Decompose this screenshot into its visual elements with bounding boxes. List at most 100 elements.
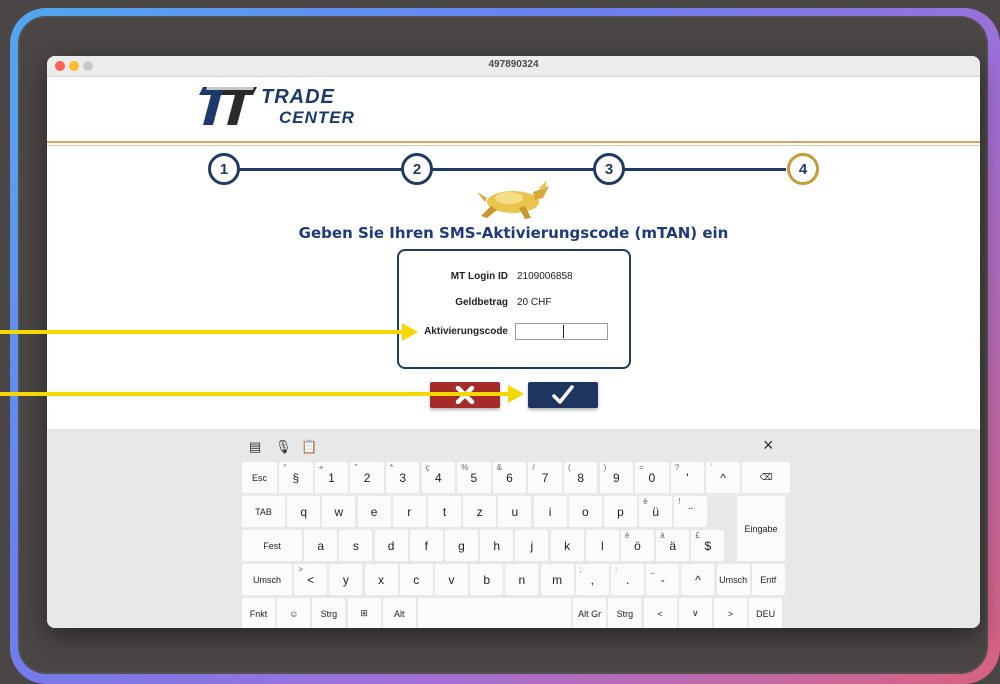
key-row1-13[interactable]: ` ^ (706, 462, 740, 493)
microphone-icon[interactable]: 🎙 (275, 439, 292, 455)
key-row3-10[interactable]: éö (621, 530, 654, 561)
keyboard-close-button[interactable]: × (763, 435, 774, 456)
logo-text-center: CENTER (279, 108, 355, 127)
key-row2-2[interactable]: w (322, 496, 356, 527)
key-row5-9[interactable]: ∨ (678, 598, 712, 628)
key-row1-14[interactable]: ⌫ (742, 462, 790, 493)
key-row3-6[interactable]: h (480, 530, 514, 561)
key-row2-10[interactable]: p (604, 496, 637, 527)
key-label: y (342, 572, 349, 587)
key-row4-12[interactable]: ^ (681, 564, 715, 595)
key-label: e (370, 504, 378, 519)
key-row2-7[interactable]: u (498, 496, 532, 527)
key-label: f (424, 538, 428, 553)
activation-form: MT Login ID 2109006858 Geldbetrag 20 CHF… (397, 249, 631, 369)
key-secondary-label: = (639, 463, 644, 472)
key-row1-7[interactable]: & 6 (492, 462, 527, 493)
key-row5-0[interactable]: Fnkt (242, 598, 275, 628)
key-label: v (448, 572, 455, 587)
key-row3-11[interactable]: àä (656, 530, 690, 561)
key-row1-3[interactable]: " 2 (350, 462, 384, 493)
title-bar[interactable]: 497890324 (47, 56, 980, 77)
key-row5-3[interactable]: ⊞ (347, 598, 381, 628)
key-label: i (548, 504, 552, 519)
key-label: 8 (577, 470, 585, 485)
key-row2-8[interactable]: i (533, 496, 567, 527)
key-row1-2[interactable]: +1 (314, 462, 349, 493)
key-row3-4[interactable]: f (409, 530, 443, 561)
key-row4-14[interactable]: Entf (751, 564, 785, 595)
amount-value: 20 CHF (517, 297, 552, 308)
key-row1-0[interactable]: Esc (242, 462, 277, 493)
key-row1-8[interactable]: /7 (528, 462, 562, 493)
key-row4-11[interactable]: _ - (646, 564, 680, 595)
enter-key[interactable]: Eingabe (737, 496, 785, 561)
key-row5-6[interactable]: Alt Gr (573, 598, 607, 628)
key-row4-0[interactable]: Umsch (242, 564, 292, 595)
keyboard-settings-icon[interactable]: ▤ (249, 439, 261, 455)
key-label: Fest (263, 540, 281, 551)
activation-code-input[interactable] (515, 323, 608, 340)
key-row3-3[interactable]: d (374, 530, 408, 561)
key-row1-4[interactable]: * 3 (386, 462, 420, 493)
key-row2-4[interactable]: r (392, 496, 426, 527)
key-row4-4[interactable]: c (399, 564, 433, 595)
key-row5-4[interactable]: Alt (382, 598, 416, 628)
key-row2-5[interactable]: t (428, 496, 461, 527)
key-row2-11[interactable]: èü (639, 496, 673, 527)
key-row2-1[interactable]: q (287, 496, 321, 527)
key-row3-9[interactable]: l (585, 530, 619, 561)
key-row2-0[interactable]: TAB (242, 496, 285, 527)
key-row4-10[interactable]: :. (611, 564, 644, 595)
key-label: Strg (616, 608, 634, 619)
key-row5-8[interactable]: < (643, 598, 677, 628)
key-label: Umsch (252, 574, 281, 585)
key-row3-7[interactable]: j (515, 530, 549, 561)
key-row3-1[interactable]: a (304, 530, 338, 561)
key-row1-6[interactable]: % 5 (457, 462, 491, 493)
key-row4-9[interactable]: ;, (575, 564, 609, 595)
key-row5-5[interactable] (418, 598, 571, 628)
key-row3-8[interactable]: k (550, 530, 584, 561)
key-row5-11[interactable]: DEU (749, 598, 783, 628)
key-row5-10[interactable]: > (714, 598, 747, 628)
key-row2-9[interactable]: o (568, 496, 602, 527)
key-row3-12[interactable]: £ $ (691, 530, 725, 561)
step-connector-2 (429, 168, 594, 171)
key-row5-7[interactable]: Strg (608, 598, 642, 628)
key-row4-2[interactable]: y (329, 564, 363, 595)
key-row1-10[interactable]: ) 9 (599, 462, 633, 493)
key-row1-5[interactable]: ç4 (421, 462, 455, 493)
key-row4-13[interactable]: Umsch (716, 564, 750, 595)
key-row1-1[interactable]: ° § (279, 462, 313, 493)
key-label: § (292, 470, 300, 485)
key-row2-3[interactable]: e (357, 496, 391, 527)
key-row4-5[interactable]: v (435, 564, 468, 595)
key-label: g (458, 538, 465, 553)
key-row4-1[interactable]: > < (294, 564, 328, 595)
key-row4-3[interactable]: x (364, 564, 398, 595)
key-secondary-label: ° (283, 463, 287, 472)
key-label: z (476, 504, 483, 519)
key-label: ä (669, 538, 677, 553)
key-row4-6[interactable]: b (470, 564, 504, 595)
key-label: > (727, 608, 734, 619)
key-label: ∨ (692, 608, 699, 618)
key-row1-9[interactable]: (8 (564, 462, 598, 493)
key-row5-1[interactable]: ☺ (277, 598, 311, 628)
key-row2-12[interactable]: ! ¨ (674, 496, 708, 527)
key-row2-6[interactable]: z (463, 496, 497, 527)
key-label: ⌫ (759, 472, 773, 482)
key-row4-8[interactable]: m (540, 564, 574, 595)
key-row3-0[interactable]: Fest (242, 530, 302, 561)
key-row3-5[interactable]: g (445, 530, 478, 561)
key-row5-2[interactable]: Strg (312, 598, 346, 628)
key-row4-7[interactable]: n (505, 564, 539, 595)
window-title: 497890324 (488, 59, 539, 70)
key-row1-12[interactable]: ? ' (670, 462, 705, 493)
key-row1-11[interactable]: = 0 (635, 462, 669, 493)
amount-label: Geldbetrag (455, 297, 508, 308)
key-row3-2[interactable]: s (339, 530, 373, 561)
clipboard-icon[interactable]: 📋 (301, 439, 317, 455)
confirm-button[interactable] (528, 382, 598, 408)
